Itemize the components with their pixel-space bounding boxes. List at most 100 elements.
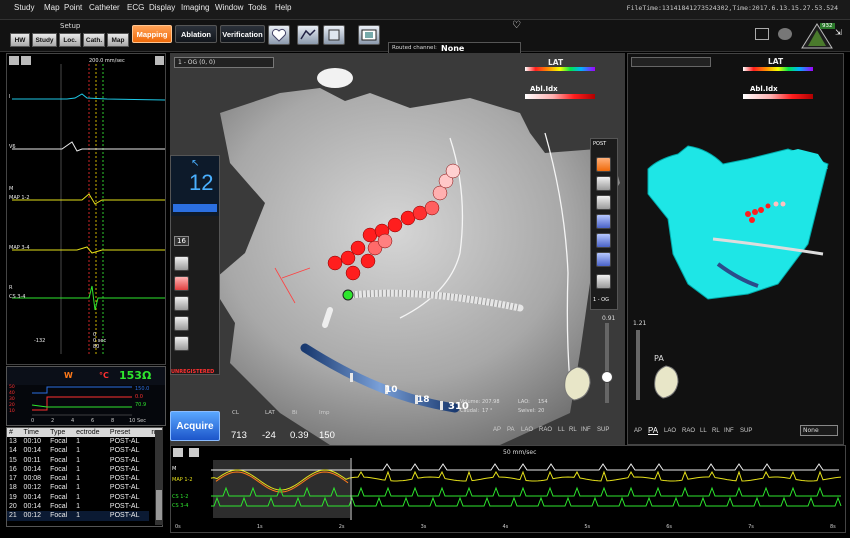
table-row[interactable]: 20 00:14 Focal 1 POST-AL — [7, 502, 162, 511]
catheter-view-button[interactable] — [596, 274, 611, 289]
monitor-icon[interactable] — [755, 28, 769, 40]
ablation-mode-button[interactable]: Ablation — [175, 25, 217, 43]
col-index[interactable]: # — [7, 428, 22, 437]
xtick-2: 2 — [51, 418, 55, 424]
table-cell: 00:12 — [23, 512, 42, 520]
routed-channel-label: Routed channel: — [392, 45, 437, 51]
table-row[interactable]: 19 00:14 Focal 1 POST-AL — [7, 493, 162, 502]
setup-label: Setup — [60, 22, 81, 30]
lat-color-scale — [525, 67, 595, 71]
user-icon[interactable] — [778, 28, 792, 40]
tag-tool-button[interactable] — [596, 157, 611, 172]
table-cell: 1 — [76, 512, 81, 520]
lesion-table-scrollbar[interactable] — [155, 430, 163, 525]
zoom-slider-thumb[interactable] — [601, 371, 613, 383]
right-view-rao-button[interactable]: RAO — [682, 428, 695, 434]
draw-tool-button[interactable] — [174, 256, 189, 271]
setup-map-button[interactable]: Map — [107, 33, 129, 47]
lat-legend-title: LAT — [548, 58, 564, 67]
ecg-readout-left: -132 — [34, 338, 46, 344]
catheter-tool-icon[interactable] — [323, 25, 345, 45]
verification-mode-button[interactable]: Verification — [220, 25, 265, 43]
menu-help[interactable]: Help — [275, 3, 291, 12]
table-cell: 18 — [9, 484, 17, 492]
setup-loc-button[interactable]: Loc. — [59, 33, 81, 47]
col-electrode[interactable]: ectrode — [74, 428, 108, 437]
table-row[interactable]: 13 00:10 Focal 1 POST-AL — [7, 437, 162, 446]
menu-map[interactable]: Map — [44, 3, 60, 12]
table-cell: POST-AL — [109, 484, 140, 492]
grid3-tool-button[interactable] — [596, 252, 611, 267]
table-row[interactable]: 15 00:11 Focal 1 POST-AL — [7, 456, 162, 465]
right-orientation-heart-icon — [654, 365, 679, 399]
3d-map-viewer[interactable]: 310 18 10 LAT Abl.Idx POST 1 - OG 0.91 V… — [170, 53, 625, 445]
map-tool-icon[interactable] — [297, 25, 319, 45]
erase-tool-button[interactable] — [174, 276, 189, 291]
zoom-slider[interactable] — [605, 323, 609, 403]
shadow-tool-button[interactable] — [596, 195, 611, 210]
table-row[interactable]: 16 00:14 Focal 1 POST-AL — [7, 465, 162, 474]
table-row[interactable]: 14 00:14 Focal 1 POST-AL — [7, 446, 162, 455]
right-view-rl-button[interactable]: RL — [712, 428, 720, 434]
setup-hw-button[interactable]: HW — [10, 33, 30, 47]
menu-window[interactable]: Window — [215, 3, 243, 12]
ecg-zoom-icon — [9, 56, 19, 65]
right-view-ap-button[interactable]: AP — [634, 428, 642, 434]
bookmark-tool-button[interactable] — [174, 336, 189, 351]
table-row[interactable]: 18 00:12 Focal 1 POST-AL — [7, 483, 162, 492]
expand-icon[interactable]: ⇲ — [835, 28, 842, 37]
menu-catheter[interactable]: Catheter — [89, 3, 120, 12]
measure-lat-label: LAT — [265, 410, 275, 416]
right-view-ll-button[interactable]: LL — [700, 428, 707, 434]
grid-tool-button[interactable] — [596, 214, 611, 229]
measure-bi-label: Bi — [292, 410, 298, 416]
menu-point[interactable]: Point — [64, 3, 82, 12]
point-tool-button[interactable] — [596, 176, 611, 191]
table-row[interactable]: 21 00:12 Focal 1 POST-AL — [7, 511, 162, 521]
table-cell: 1 — [76, 503, 81, 511]
table-cell: 1 — [76, 447, 81, 455]
menu-ecg[interactable]: ECG — [127, 3, 144, 12]
table-cell: POST-AL — [109, 512, 140, 520]
lesion-table-scroll-thumb[interactable] — [156, 490, 162, 520]
post-label: POST — [593, 141, 607, 147]
count-small[interactable]: 16 — [174, 236, 189, 246]
grid2-tool-button[interactable] — [596, 233, 611, 248]
col-type[interactable]: Type — [48, 428, 75, 437]
post-label-2: 1 - OG — [593, 297, 609, 303]
impedance-value: 153Ω — [119, 369, 152, 382]
table-cell: Focal — [50, 512, 68, 520]
table-cell: POST-AL — [109, 493, 140, 501]
heart-status-icon: ♡ — [512, 20, 521, 31]
right-view-pa-button[interactable]: PA — [648, 426, 658, 435]
menu-study[interactable]: Study — [14, 3, 34, 12]
right-view-inf-button[interactable]: INF — [724, 428, 734, 434]
magnet-tool-button[interactable] — [174, 316, 189, 331]
screenshot-tool-icon[interactable] — [358, 25, 380, 45]
table-cell: 20 — [9, 503, 17, 511]
table-row[interactable]: 17 00:08 Focal 1 POST-AL — [7, 474, 162, 483]
setup-cath-button[interactable]: Cath. — [83, 33, 105, 47]
right-view-sup-button[interactable]: SUP — [740, 428, 752, 434]
cut-tool-button[interactable] — [174, 296, 189, 311]
col-preset[interactable]: Preset — [107, 428, 150, 437]
table-cell: POST-AL — [109, 438, 140, 445]
temperature-unit-label: °C — [99, 371, 109, 380]
right-view-dropdown[interactable]: None — [800, 425, 838, 436]
secondary-3d-viewer[interactable]: LAT Abl.Idx PA 1.21 AP PA LAO RAO LL RL … — [627, 53, 844, 445]
acquire-button[interactable]: Acquire — [170, 411, 220, 441]
scale-value-right: 1.21 — [633, 320, 647, 327]
strip-time-tick: 3s — [420, 524, 427, 530]
menu-display[interactable]: Display — [149, 3, 175, 12]
col-time[interactable]: Time — [21, 428, 49, 437]
right-view-lao-button[interactable]: LAO — [664, 428, 676, 434]
menu-imaging[interactable]: Imaging — [181, 3, 209, 12]
right-zoom-slider[interactable] — [636, 330, 640, 400]
measure-cl-label: CL — [232, 410, 239, 416]
view-selector-dropdown[interactable]: 1 - OG (0, 0) — [174, 57, 274, 68]
ecg-lead-m: M — [9, 186, 14, 192]
setup-study-button[interactable]: Study — [32, 33, 57, 47]
menu-tools[interactable]: Tools — [248, 3, 267, 12]
heart-tool-icon[interactable] — [268, 25, 290, 45]
mapping-mode-button[interactable]: Mapping — [132, 25, 172, 43]
